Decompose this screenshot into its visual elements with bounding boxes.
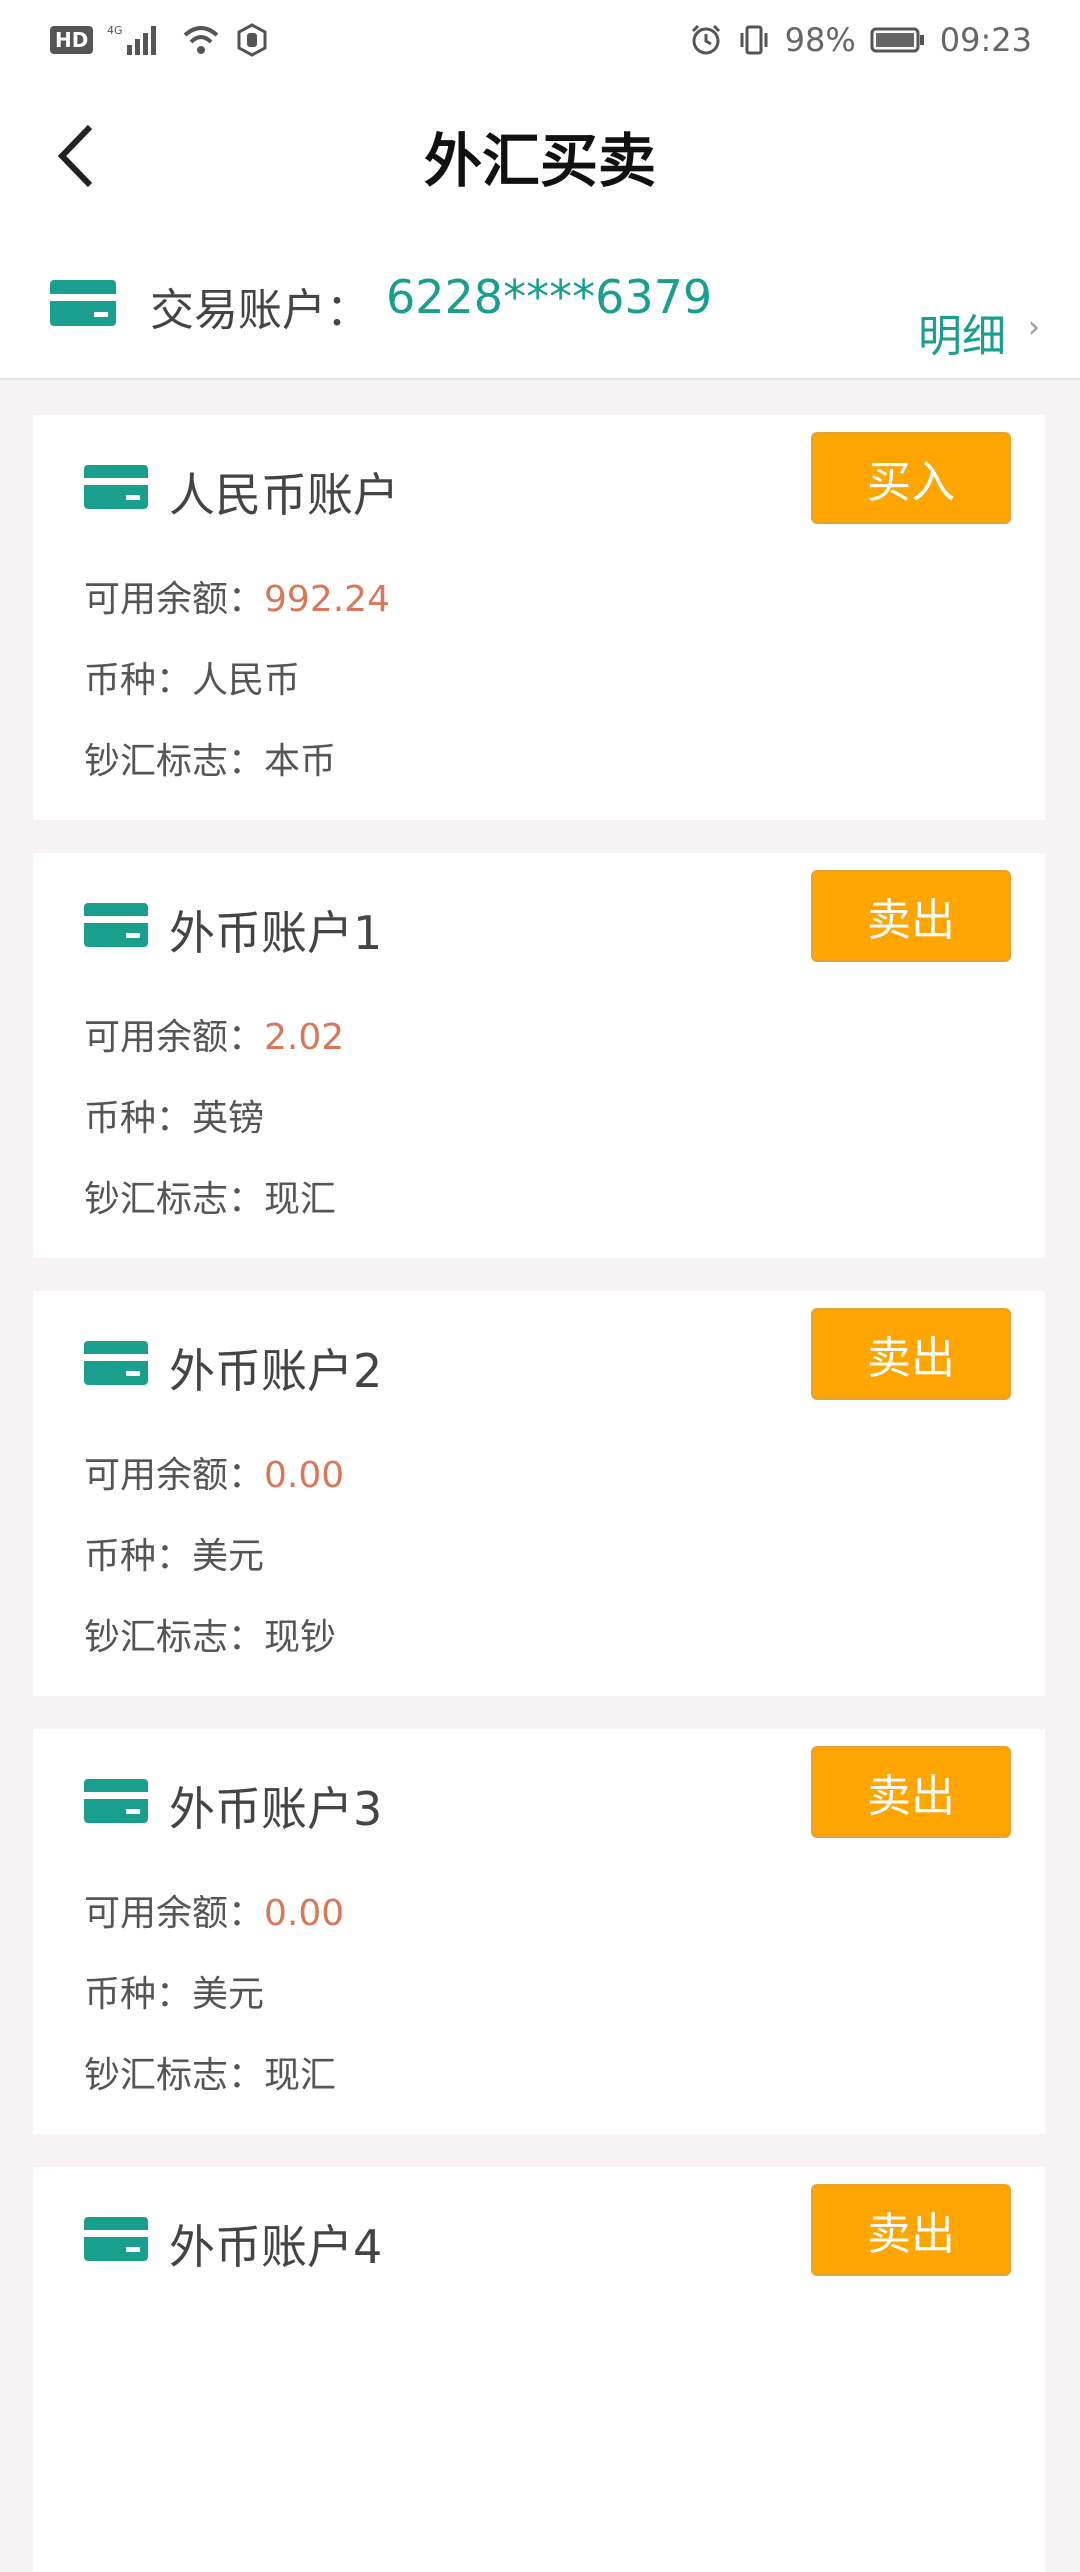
cash-flag-value: 现钞 xyxy=(264,1617,337,1658)
card-icon xyxy=(84,1779,148,1827)
cash-flag-value: 现汇 xyxy=(264,2055,337,2096)
balance-value: 0.00 xyxy=(264,1455,345,1496)
cash-flag-row: 钞汇标志：本币 xyxy=(84,732,336,784)
currency-value: 美元 xyxy=(192,1974,265,2015)
page-title: 外汇买卖 xyxy=(423,127,656,195)
sell-button[interactable]: 卖出 xyxy=(811,1746,1011,1838)
currency-value: 美元 xyxy=(192,1536,265,1577)
status-right: 98% 09:23 xyxy=(689,21,1032,59)
currency-row: 币种：英镑 xyxy=(84,1089,264,1141)
card-icon xyxy=(50,280,116,330)
cash-flag-value: 本币 xyxy=(264,741,337,782)
sell-button[interactable]: 卖出 xyxy=(811,1308,1011,1400)
sell-button[interactable]: 卖出 xyxy=(811,2184,1011,2276)
chevron-right-icon: › xyxy=(1028,309,1040,345)
account-card-foreign-3: 外币账户3 卖出 可用余额：0.00 币种：美元 钞汇标志：现汇 xyxy=(33,1729,1045,2134)
cash-flag-value: 现汇 xyxy=(264,1179,337,1220)
card-title: 外币账户1 xyxy=(169,906,383,960)
currency-row: 币种：美元 xyxy=(84,1965,264,2017)
balance-row: 可用余额：0.00 xyxy=(84,1446,344,1498)
cash-flag-label: 钞汇标志： xyxy=(84,1617,265,1658)
currency-label: 币种： xyxy=(84,660,193,701)
status-left: HD 4G xyxy=(50,23,269,57)
cash-flag-row: 钞汇标志：现汇 xyxy=(84,1170,336,1222)
cash-flag-label: 钞汇标志： xyxy=(84,2055,265,2096)
card-icon xyxy=(84,903,148,951)
balance-label: 可用余额： xyxy=(84,1455,265,1496)
vibrate-icon xyxy=(737,23,771,57)
nav-header: 外汇买卖 xyxy=(0,80,1080,230)
signal-icon: 4G xyxy=(107,23,167,57)
card-title: 外币账户4 xyxy=(169,2220,383,2274)
alarm-icon xyxy=(689,23,723,57)
balance-value: 0.00 xyxy=(264,1893,345,1934)
detail-label: 明细 xyxy=(918,311,1006,362)
hand-icon xyxy=(235,23,269,57)
account-card-foreign-1: 外币账户1 卖出 可用余额：2.02 币种：英镑 钞汇标志：现汇 xyxy=(33,853,1045,1258)
currency-label: 币种： xyxy=(84,1974,193,2015)
wifi-icon xyxy=(181,23,221,57)
trading-account-bar: 交易账户： 6228****6379 明细 › xyxy=(0,230,1080,380)
account-card-foreign-4: 外币账户4 卖出 xyxy=(33,2167,1045,2572)
sell-button[interactable]: 卖出 xyxy=(811,870,1011,962)
currency-row: 币种：人民币 xyxy=(84,651,300,703)
cash-flag-label: 钞汇标志： xyxy=(84,1179,265,1220)
currency-label: 币种： xyxy=(84,1536,193,1577)
cash-flag-label: 钞汇标志： xyxy=(84,741,265,782)
cash-flag-row: 钞汇标志：现汇 xyxy=(84,2046,336,2098)
battery-icon xyxy=(870,25,926,55)
card-title: 外币账户3 xyxy=(169,1782,383,1836)
currency-row: 币种：美元 xyxy=(84,1527,264,1579)
balance-row: 可用余额：992.24 xyxy=(84,570,390,622)
account-card-foreign-2: 外币账户2 卖出 可用余额：0.00 币种：美元 钞汇标志：现钞 xyxy=(33,1291,1045,1696)
detail-link[interactable]: 明细 › xyxy=(918,300,1040,364)
card-title: 人民币账户 xyxy=(169,468,399,522)
cash-flag-row: 钞汇标志：现钞 xyxy=(84,1608,336,1660)
clock-time: 09:23 xyxy=(939,21,1032,59)
balance-label: 可用余额： xyxy=(84,579,265,620)
network-type: 4G xyxy=(107,24,123,37)
account-label: 交易账户： xyxy=(150,285,370,336)
account-number: 6228****6379 xyxy=(386,270,713,324)
currency-value: 人民币 xyxy=(192,660,301,701)
status-bar: HD 4G 98% 09:23 xyxy=(0,0,1080,80)
card-icon xyxy=(84,1341,148,1389)
balance-label: 可用余额： xyxy=(84,1893,265,1934)
card-title: 外币账户2 xyxy=(169,1344,383,1398)
battery-percent: 98% xyxy=(784,21,856,59)
balance-row: 可用余额：2.02 xyxy=(84,1008,344,1060)
balance-label: 可用余额： xyxy=(84,1017,265,1058)
currency-value: 英镑 xyxy=(192,1098,265,1139)
currency-label: 币种： xyxy=(84,1098,193,1139)
balance-row: 可用余额：0.00 xyxy=(84,1884,344,1936)
card-icon xyxy=(84,465,148,513)
balance-value: 2.02 xyxy=(264,1017,345,1058)
card-icon xyxy=(84,2217,148,2265)
buy-button[interactable]: 买入 xyxy=(811,432,1011,524)
hd-badge: HD xyxy=(50,26,94,54)
account-card-rmb: 人民币账户 买入 可用余额：992.24 币种：人民币 钞汇标志：本币 xyxy=(33,415,1045,820)
balance-value: 992.24 xyxy=(264,579,390,620)
